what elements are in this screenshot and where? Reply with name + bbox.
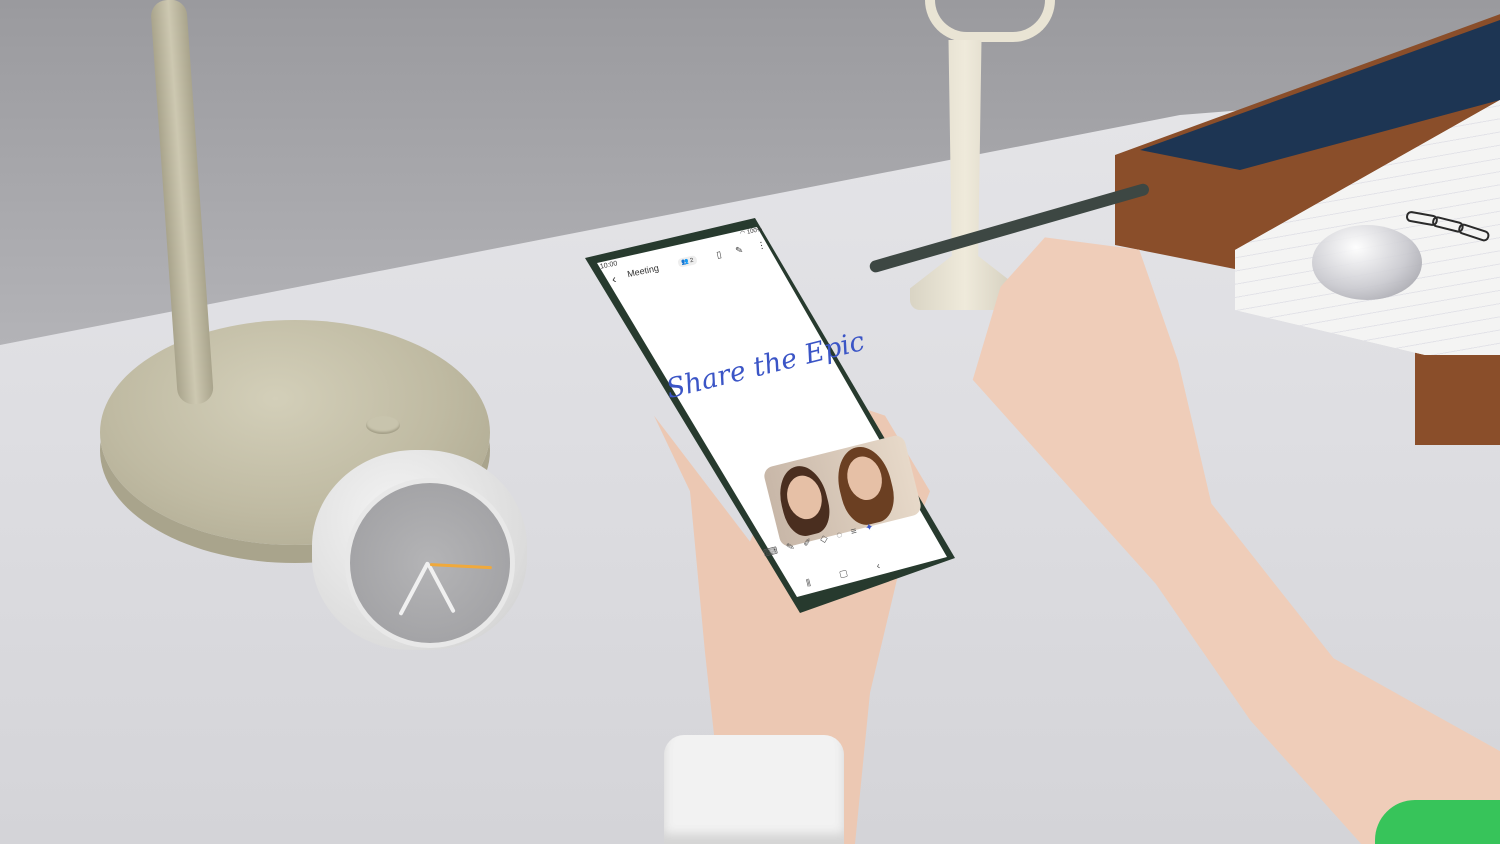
wifi-icon: ◠ [739,230,747,238]
paperclips [1405,211,1490,242]
clock-minute-hand [426,563,456,614]
clock-face [345,478,515,648]
collaborators-count: 2 [689,257,695,265]
book-icon[interactable]: ▯ [715,248,728,260]
clock-second-hand [429,563,492,570]
green-sleeve [1375,800,1500,844]
more-vertical-icon[interactable]: ⋮ [756,238,773,251]
lamp-button [366,416,400,434]
clock-hour-hand [398,561,430,616]
people-icon: 👥 [680,258,690,267]
pen-icon[interactable]: ✎ [735,243,750,256]
smartwatch-band [664,735,844,844]
